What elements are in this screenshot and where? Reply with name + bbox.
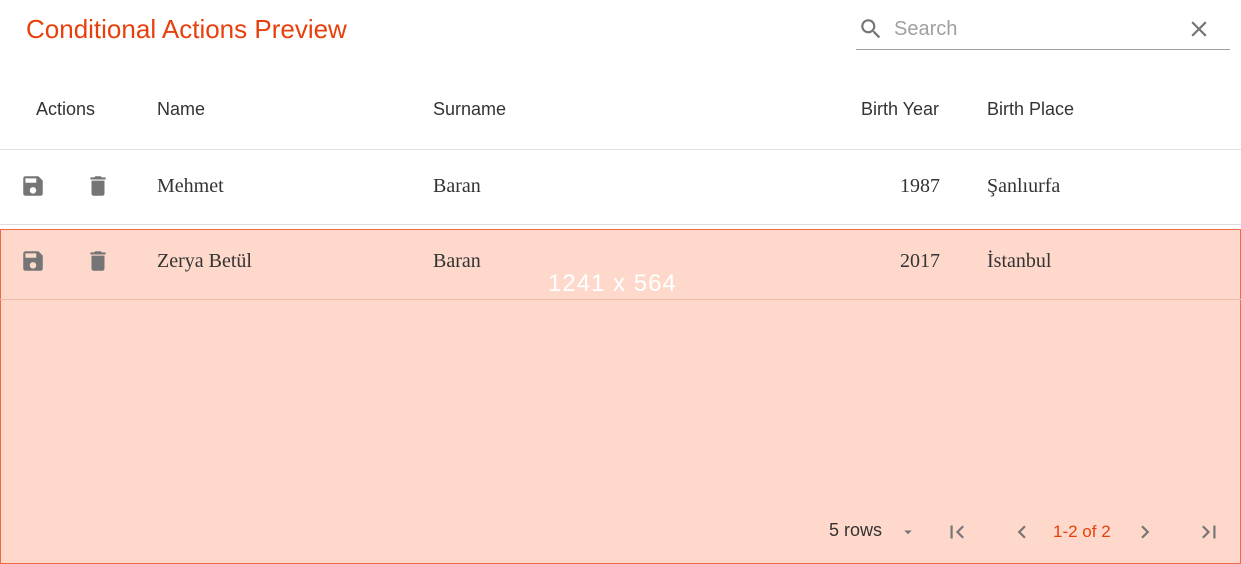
previous-page-icon[interactable] <box>1009 519 1035 550</box>
save-icon[interactable] <box>20 248 46 279</box>
delete-icon[interactable] <box>85 173 111 204</box>
close-icon[interactable] <box>1186 16 1212 47</box>
cell-surname: Baran <box>433 175 481 197</box>
row-divider <box>0 299 1241 300</box>
search-bar <box>856 8 1230 50</box>
dimensions-label: 1241 x 564 <box>548 270 677 297</box>
rows-per-page-select[interactable]: 5 rows <box>829 520 882 541</box>
cell-birth-place: İstanbul <box>987 250 1052 272</box>
column-header-name[interactable]: Name <box>157 99 205 120</box>
cell-birth-year: 1987 <box>900 175 940 197</box>
column-header-birth-year[interactable]: Birth Year <box>861 99 939 120</box>
delete-icon[interactable] <box>85 248 111 279</box>
next-page-icon[interactable] <box>1132 519 1158 550</box>
save-icon[interactable] <box>20 173 46 204</box>
table-row: Mehmet Baran 1987 Şanlıurfa <box>0 150 1241 225</box>
cell-surname: Baran <box>433 250 481 272</box>
cell-birth-year: 2017 <box>900 250 940 272</box>
cell-birth-place: Şanlıurfa <box>987 175 1061 197</box>
column-header-surname[interactable]: Surname <box>433 99 506 120</box>
search-icon <box>858 16 884 47</box>
cell-name: Zerya Betül <box>157 250 252 272</box>
page-title: Conditional Actions Preview <box>26 14 347 44</box>
last-page-icon[interactable] <box>1196 519 1222 550</box>
column-header-birth-place[interactable]: Birth Place <box>987 99 1074 120</box>
table-header: Actions Name Surname Birth Year Birth Pl… <box>0 75 1241 150</box>
first-page-icon[interactable] <box>944 519 970 550</box>
column-header-actions: Actions <box>36 99 96 119</box>
page-info: 1-2 of 2 <box>1053 522 1111 541</box>
search-input[interactable] <box>894 14 1184 44</box>
cell-name: Mehmet <box>157 175 224 197</box>
dropdown-arrow-icon[interactable] <box>899 523 917 546</box>
